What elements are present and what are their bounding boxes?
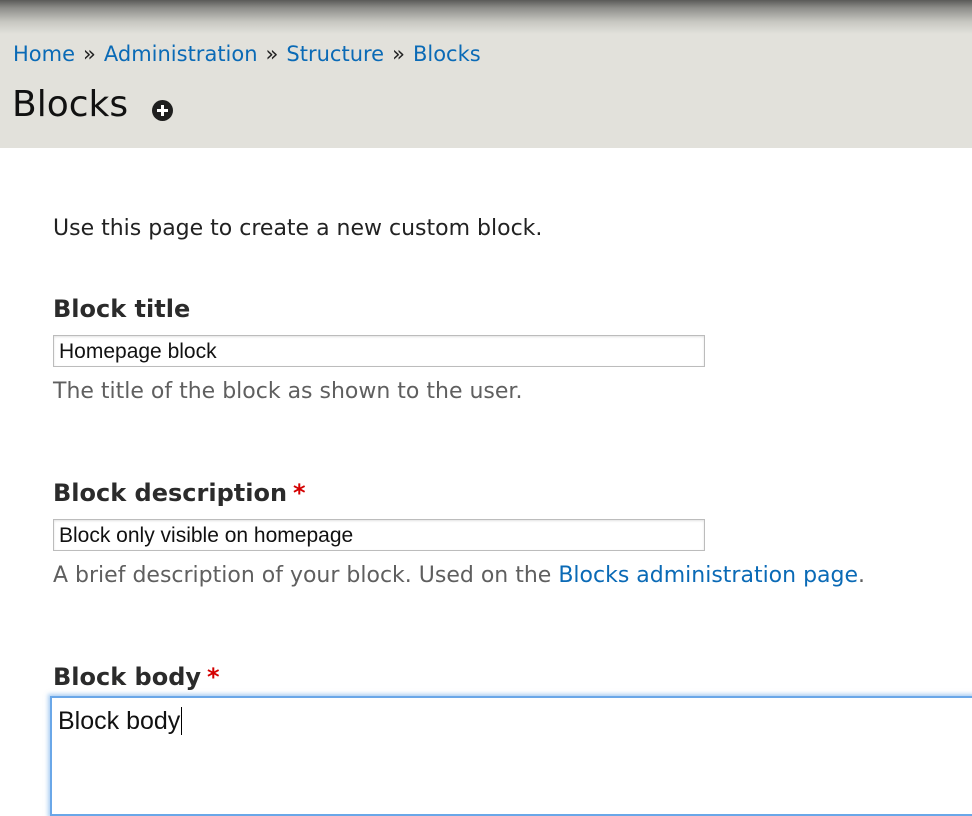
block-title-help: The title of the block as shown to the u… bbox=[53, 379, 523, 404]
breadcrumb-link-structure[interactable]: Structure bbox=[286, 42, 384, 66]
blocks-administration-link[interactable]: Blocks administration page bbox=[558, 563, 858, 588]
required-marker: * bbox=[207, 663, 220, 691]
intro-text: Use this page to create a new custom blo… bbox=[53, 216, 543, 241]
breadcrumb-separator: » bbox=[265, 42, 279, 66]
page-header: Home » Administration » Structure » Blocks Blo… bbox=[0, 0, 972, 148]
text-cursor bbox=[181, 707, 183, 735]
breadcrumb-link-blocks[interactable]: Blocks bbox=[413, 42, 481, 66]
block-description-help-suffix: . bbox=[858, 563, 866, 588]
block-body-label-text: Block body bbox=[53, 663, 202, 691]
block-body-textarea[interactable]: Block body bbox=[50, 696, 972, 816]
block-body-text: Block body bbox=[58, 707, 181, 735]
breadcrumb-link-administration[interactable]: Administration bbox=[104, 42, 258, 66]
breadcrumb-separator: » bbox=[83, 42, 96, 66]
breadcrumb: Home » Administration » Structure » Blocks bbox=[13, 42, 481, 66]
block-body-label: Block body * bbox=[53, 663, 220, 691]
plus-circle-icon[interactable] bbox=[152, 100, 173, 121]
block-title-input[interactable]: Homepage block bbox=[53, 335, 705, 367]
block-title-label-text: Block title bbox=[53, 295, 191, 323]
page-title: Blocks bbox=[12, 84, 129, 125]
block-description-label-text: Block description bbox=[53, 479, 288, 507]
block-description-help: A brief description of your block. Used … bbox=[53, 563, 865, 588]
block-description-label: Block description * bbox=[53, 479, 306, 507]
required-marker: * bbox=[293, 479, 306, 507]
block-description-input[interactable]: Block only visible on homepage bbox=[53, 519, 705, 551]
breadcrumb-link-home[interactable]: Home bbox=[13, 42, 75, 66]
block-description-help-text: A brief description of your block. Used … bbox=[53, 563, 559, 588]
breadcrumb-separator: » bbox=[392, 42, 405, 66]
block-title-label: Block title bbox=[53, 295, 190, 323]
